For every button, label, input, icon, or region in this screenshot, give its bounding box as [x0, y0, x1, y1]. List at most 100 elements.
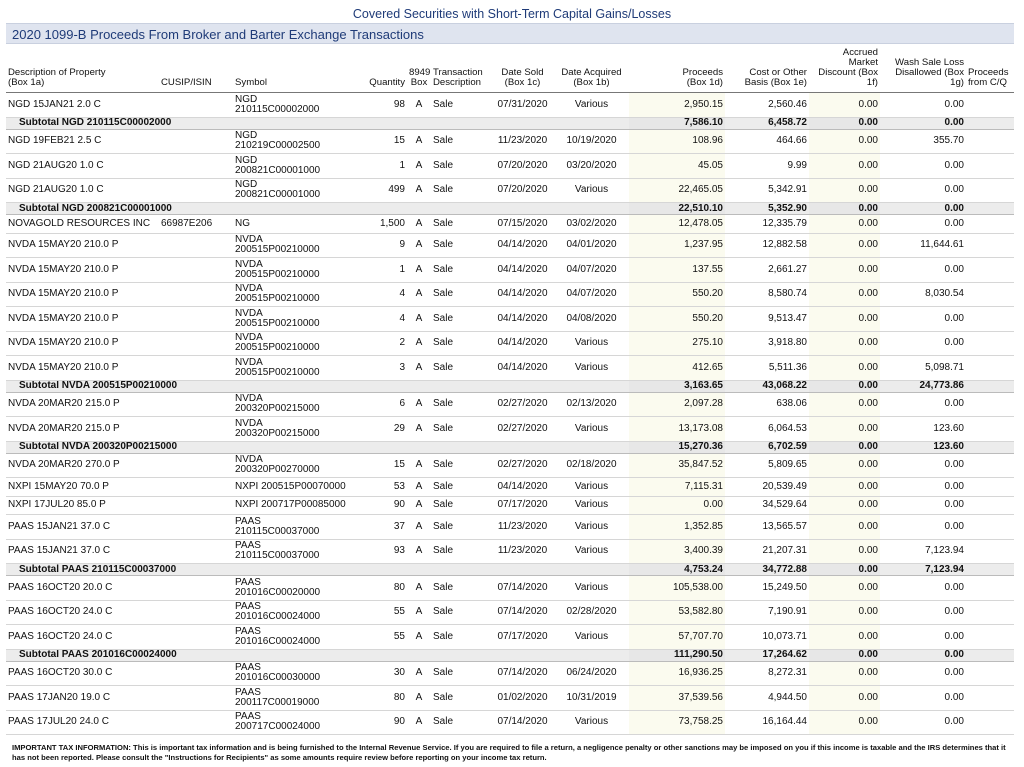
transaction-cell: Sale — [431, 306, 491, 332]
table-row: PAAS 16OCT20 30.0 C PAAS 201016C00030000 3… — [6, 661, 1014, 686]
date-acquired-cell: 03/02/2020 — [554, 214, 629, 234]
box-8949-cell: A — [407, 685, 431, 711]
cost-basis-cell: 638.06 — [725, 392, 809, 417]
proceeds-cq-cell — [966, 282, 1014, 307]
wash-sale-cell: 0.00 — [880, 178, 966, 203]
col-header-proceeds: Proceeds (Box 1d) — [629, 48, 725, 93]
cost-basis-cell: 9,513.47 — [725, 306, 809, 332]
subtotal-proceeds: 15,270.36 — [629, 441, 725, 454]
accrued-discount-cell: 0.00 — [809, 477, 880, 497]
box-8949-cell: A — [407, 355, 431, 381]
symbol-cell: PAAS 201016C00024000 — [233, 600, 351, 625]
quantity-cell: 80 — [351, 685, 407, 711]
proceeds-cell: 412.65 — [629, 355, 725, 381]
subtotal-wash-sale: 0.00 — [880, 649, 966, 662]
table-row: PAAS 15JAN21 37.0 C PAAS 210115C00037000 9… — [6, 539, 1014, 564]
date-acquired-cell: 04/08/2020 — [554, 306, 629, 332]
proceeds-cq-cell — [966, 392, 1014, 417]
subtotal-wash-sale: 24,773.86 — [880, 380, 966, 393]
accrued-discount-cell: 0.00 — [809, 306, 880, 332]
table-row: NVDA 20MAR20 270.0 P NVDA 200320P00270000… — [6, 453, 1014, 478]
table-row: PAAS 17JUL20 24.0 C PAAS 200717C00024000 9… — [6, 710, 1014, 735]
description-cell: NVDA 15MAY20 210.0 P — [6, 306, 159, 332]
cusip-cell — [159, 282, 233, 307]
subtotal-proceeds: 111,290.50 — [629, 649, 725, 662]
quantity-cell: 90 — [351, 496, 407, 515]
wash-sale-cell: 5,098.71 — [880, 355, 966, 381]
box-8949-cell: A — [407, 92, 431, 118]
table-row: PAAS 15JAN21 37.0 C PAAS 210115C00037000 3… — [6, 514, 1014, 540]
col-header-description: Description of Property (Box 1a) — [6, 48, 159, 93]
description-cell: NGD 21AUG20 1.0 C — [6, 153, 159, 179]
proceeds-cell: 2,097.28 — [629, 392, 725, 417]
section-title: 2020 1099-B Proceeds From Broker and Bar… — [12, 27, 424, 42]
cost-basis-cell: 4,944.50 — [725, 685, 809, 711]
transaction-cell: Sale — [431, 600, 491, 625]
accrued-discount-cell: 0.00 — [809, 282, 880, 307]
wash-sale-cell: 0.00 — [880, 624, 966, 650]
quantity-cell: 55 — [351, 624, 407, 650]
box-8949-cell: A — [407, 306, 431, 332]
accrued-discount-cell: 0.00 — [809, 355, 880, 381]
col-header-date-sold: Date Sold (Box 1c) — [491, 48, 554, 93]
proceeds-cell: 2,950.15 — [629, 92, 725, 118]
date-acquired-cell: Various — [554, 575, 629, 601]
box-8949-cell: A — [407, 153, 431, 179]
box-8949-cell: A — [407, 539, 431, 564]
quantity-cell: 53 — [351, 477, 407, 497]
transaction-cell: Sale — [431, 282, 491, 307]
date-sold-cell: 11/23/2020 — [491, 539, 554, 564]
cusip-cell — [159, 178, 233, 203]
cusip-cell — [159, 477, 233, 497]
date-acquired-cell: 06/24/2020 — [554, 661, 629, 686]
transaction-cell: Sale — [431, 496, 491, 515]
description-cell: NVDA 20MAR20 215.0 P — [6, 416, 159, 442]
transaction-cell: Sale — [431, 129, 491, 154]
table-row: NXPI 15MAY20 70.0 P NXPI 200515P00070000 5… — [6, 477, 1014, 497]
date-acquired-cell: 02/28/2020 — [554, 600, 629, 625]
symbol-cell: NGD 210219C00002500 — [233, 129, 351, 154]
symbol-cell: PAAS 200117C00019000 — [233, 685, 351, 711]
transaction-cell: Sale — [431, 685, 491, 711]
transaction-cell: Sale — [431, 477, 491, 497]
symbol-cell: NGD 200821C00001000 — [233, 178, 351, 203]
date-sold-cell: 07/20/2020 — [491, 153, 554, 179]
table-row: NVDA 15MAY20 210.0 P NVDA 200515P00210000… — [6, 233, 1014, 258]
wash-sale-cell: 355.70 — [880, 129, 966, 154]
subtotal-proceeds-cq — [966, 380, 1014, 393]
wash-sale-cell: 0.00 — [880, 661, 966, 686]
subtotal-proceeds-cq — [966, 563, 1014, 576]
date-acquired-cell: Various — [554, 496, 629, 515]
page-title: Covered Securities with Short-Term Capit… — [352, 7, 672, 21]
transactions-body: NGD 15JAN21 2.0 C NGD 210115C00002000 98 A S… — [6, 92, 1014, 735]
symbol-cell: NVDA 200320P00215000 — [233, 392, 351, 417]
date-sold-cell: 07/14/2020 — [491, 575, 554, 601]
wash-sale-cell: 123.60 — [880, 416, 966, 442]
date-sold-cell: 07/14/2020 — [491, 710, 554, 735]
date-acquired-cell: 04/07/2020 — [554, 282, 629, 307]
date-acquired-cell: 02/18/2020 — [554, 453, 629, 478]
box-8949-cell: A — [407, 624, 431, 650]
transaction-cell: Sale — [431, 257, 491, 283]
col-header-transaction: Transaction Description — [431, 48, 491, 93]
proceeds-cell: 0.00 — [629, 496, 725, 515]
symbol-cell: PAAS 201016C00030000 — [233, 661, 351, 686]
cusip-cell — [159, 233, 233, 258]
description-cell: NVDA 15MAY20 210.0 P — [6, 331, 159, 356]
cost-basis-cell: 3,918.80 — [725, 331, 809, 356]
quantity-cell: 9 — [351, 233, 407, 258]
col-header-date-acquired: Date Acquired (Box 1b) — [554, 48, 629, 93]
subtotal-accrued-discount: 0.00 — [809, 380, 880, 393]
proceeds-cell: 275.10 — [629, 331, 725, 356]
proceeds-cq-cell — [966, 514, 1014, 540]
accrued-discount-cell: 0.00 — [809, 331, 880, 356]
date-sold-cell: 07/20/2020 — [491, 178, 554, 203]
proceeds-cq-cell — [966, 624, 1014, 650]
proceeds-cell: 3,400.39 — [629, 539, 725, 564]
cost-basis-cell: 21,207.31 — [725, 539, 809, 564]
subtotal-cost-basis: 6,702.59 — [725, 441, 809, 454]
subtotal-wash-sale: 123.60 — [880, 441, 966, 454]
subtotal-label: Subtotal NVDA 200320P00215000 — [6, 441, 629, 454]
accrued-discount-cell: 0.00 — [809, 496, 880, 515]
date-acquired-cell: Various — [554, 178, 629, 203]
